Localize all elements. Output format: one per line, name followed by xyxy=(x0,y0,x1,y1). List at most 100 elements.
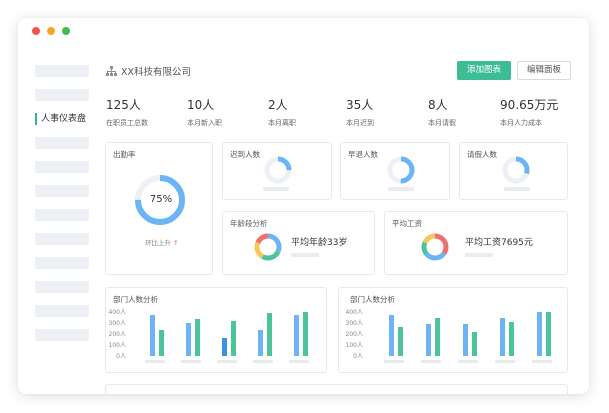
sidebar-item[interactable] xyxy=(35,281,89,293)
average-age-text: 平均年龄33岁 xyxy=(291,238,348,248)
late-donut xyxy=(264,156,292,184)
placeholder-bar xyxy=(504,187,530,191)
bar-mark[interactable] xyxy=(435,317,440,356)
y-tick-label: 100人 xyxy=(345,342,363,349)
y-tick-label: 400人 xyxy=(108,309,126,316)
bar-plot-area xyxy=(373,312,563,363)
chart-title: 部门人数分析 xyxy=(113,295,158,304)
bar-mark[interactable] xyxy=(231,320,236,356)
sidebar-item[interactable] xyxy=(35,137,89,149)
placeholder-bar xyxy=(388,187,414,191)
age-donut xyxy=(254,233,282,261)
age-analysis-card[interactable]: 年龄段分析 平均年龄33岁 xyxy=(222,211,375,275)
sidebar-item[interactable] xyxy=(35,305,89,317)
org-chart-icon xyxy=(106,66,117,76)
y-tick-label: 0人 xyxy=(353,353,363,360)
bar-mark[interactable] xyxy=(195,318,200,356)
x-tick-placeholder xyxy=(289,360,309,363)
leave-count-card[interactable]: 请假人数 xyxy=(459,142,568,200)
bar-mark[interactable] xyxy=(294,315,299,356)
card-title: 迟到人数 xyxy=(230,150,260,159)
stat-label: 本月请假 xyxy=(428,119,456,127)
stat-resignations: 2人 本月离职 xyxy=(268,98,296,128)
y-tick-label: 200人 xyxy=(345,331,363,338)
bar-mark[interactable] xyxy=(159,329,164,356)
maximize-dot[interactable] xyxy=(62,27,70,35)
change-label: 环比上升 xyxy=(145,239,171,247)
card-title: 出勤率 xyxy=(113,150,136,159)
placeholder-bar xyxy=(291,253,319,257)
stat-label: 本月新入职 xyxy=(187,119,222,127)
y-tick-label: 400人 xyxy=(345,309,363,316)
late-count-card[interactable]: 迟到人数 xyxy=(222,142,332,200)
x-tick-placeholder xyxy=(253,360,273,363)
edit-panel-button[interactable]: 编辑面板 xyxy=(517,61,571,80)
stat-label: 本月离职 xyxy=(268,119,296,127)
bar-mark[interactable] xyxy=(426,324,431,356)
bar-plot-area xyxy=(136,312,321,363)
arrow-up-icon: ↑ xyxy=(173,239,179,247)
y-tick-label: 200人 xyxy=(108,331,126,338)
attendance-percent: 75% xyxy=(149,194,173,205)
sidebar-item[interactable] xyxy=(35,161,89,173)
card-title: 年龄段分析 xyxy=(230,219,268,228)
add-chart-button[interactable]: 添加图表 xyxy=(457,61,511,80)
average-salary-card[interactable]: 平均工资 平均工资7695元 xyxy=(384,211,568,275)
sidebar-item[interactable] xyxy=(35,233,89,245)
card-title: 平均工资 xyxy=(392,219,422,228)
sidebar-item[interactable] xyxy=(35,65,89,77)
stat-leave: 8人 本月请假 xyxy=(428,98,456,128)
stat-value: 35人 xyxy=(346,98,374,112)
stat-value: 2人 xyxy=(268,98,288,112)
leave-donut xyxy=(502,156,530,184)
department-chart-card[interactable]: 部门人数分析 400人 300人 200人 100人 0人 xyxy=(105,287,327,373)
x-tick-placeholder xyxy=(421,360,441,363)
sidebar-item[interactable] xyxy=(35,257,89,269)
bar-mark[interactable] xyxy=(509,321,514,356)
attendance-change: 环比上升 ↑ xyxy=(145,237,179,247)
stat-value: 8人 xyxy=(428,98,448,112)
bar-mark[interactable] xyxy=(222,338,227,356)
bar-mark[interactable] xyxy=(398,327,403,356)
x-tick-placeholder xyxy=(145,360,165,363)
early-leave-card[interactable]: 早退人数 xyxy=(340,142,450,200)
x-tick-placeholder xyxy=(532,360,552,363)
stat-label: 本月迟到 xyxy=(346,119,374,127)
sidebar-item-hr-dashboard[interactable]: 人事仪表盘 xyxy=(35,113,90,125)
bar-mark[interactable] xyxy=(389,315,394,356)
y-tick-label: 0人 xyxy=(116,353,126,360)
sidebar-item[interactable] xyxy=(35,209,89,221)
bottom-card[interactable] xyxy=(105,384,568,394)
sidebar-item[interactable] xyxy=(35,185,89,197)
bar-mark[interactable] xyxy=(500,317,505,356)
stat-late: 35人 本月迟到 xyxy=(346,98,374,128)
placeholder-bar xyxy=(263,187,289,191)
x-tick-placeholder xyxy=(384,360,404,363)
bar-mark[interactable] xyxy=(537,312,542,356)
sidebar-item[interactable] xyxy=(35,89,89,101)
attendance-card[interactable]: 出勤率 75% 环比上升 ↑ xyxy=(105,142,213,275)
bar-mark[interactable] xyxy=(472,331,477,356)
bar-mark[interactable] xyxy=(258,329,263,356)
stat-label: 本月人力成本 xyxy=(500,119,542,127)
company-name: XX科技有限公司 xyxy=(121,67,192,78)
close-dot[interactable] xyxy=(32,27,40,35)
card-title: 早退人数 xyxy=(348,150,378,159)
department-chart-card[interactable]: 部门人数分析 400人 300人 200人 100人 0人 xyxy=(338,287,568,373)
bar-mark[interactable] xyxy=(463,324,468,356)
bar-mark[interactable] xyxy=(150,315,155,356)
y-tick-label: 300人 xyxy=(345,320,363,327)
company-selector[interactable]: XX科技有限公司 xyxy=(106,64,191,78)
bar-mark[interactable] xyxy=(267,313,272,356)
stat-value: 90.65万元 xyxy=(500,98,559,112)
placeholder-bar xyxy=(465,253,493,257)
minimize-dot[interactable] xyxy=(47,27,55,35)
chart-title: 部门人数分析 xyxy=(350,295,395,304)
early-leave-donut xyxy=(387,156,415,184)
stat-labor-cost: 90.65万元 本月人力成本 xyxy=(500,98,558,128)
bar-mark[interactable] xyxy=(546,312,551,356)
sidebar-item[interactable] xyxy=(35,329,89,341)
x-tick-placeholder xyxy=(458,360,478,363)
bar-mark[interactable] xyxy=(186,323,191,356)
bar-mark[interactable] xyxy=(303,312,308,356)
